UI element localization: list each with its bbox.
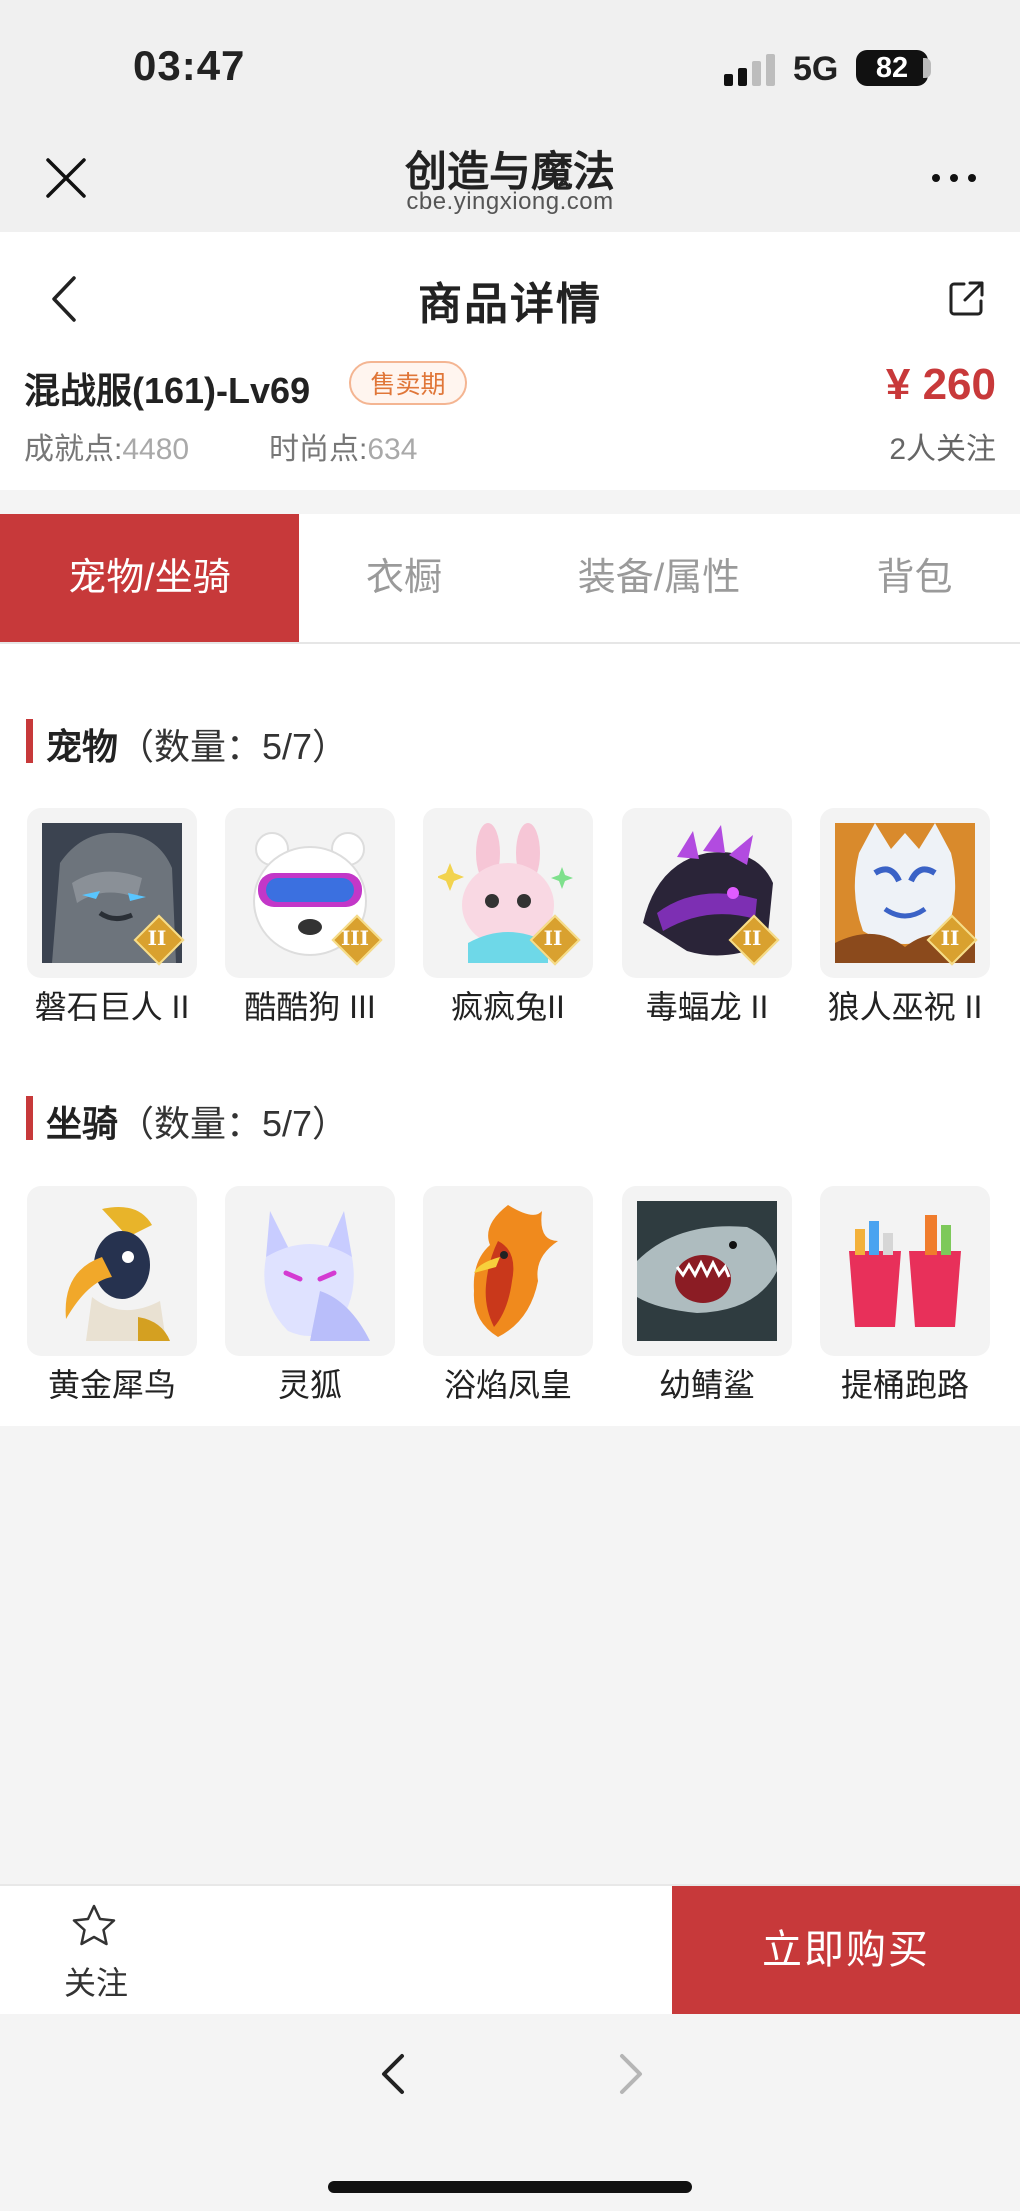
nav-forward-icon[interactable] [614,2050,648,2098]
pet-name: 疯疯兔II [451,989,565,1025]
star-icon[interactable] [70,1902,118,1950]
mount-name: 提桶跑路 [840,1367,969,1403]
tab-backpack[interactable]: 背包 [809,514,1020,642]
tab-equipment[interactable]: 装备/属性 [509,514,809,642]
share-icon[interactable] [948,279,986,317]
pet-name: 毒蝠龙 II [645,989,769,1025]
tier-badge: II [926,914,978,966]
tier-badge: III [331,914,383,966]
mount-name: 浴焰凤皇 [443,1367,572,1403]
tier-badge: II [728,914,780,966]
mount-card-5[interactable] [820,1186,990,1356]
server-title: 混战服(161)-Lv69 [24,370,311,411]
home-indicator [328,2181,692,2193]
battery-icon: 82 [856,50,928,86]
signal-icon [724,54,775,86]
battery-tip [923,58,931,78]
mount-name: 灵狐 [277,1367,342,1403]
tier-badge: II [133,914,185,966]
pet-name: 磐石巨人 II [34,989,190,1025]
pet-card-4[interactable]: II [622,808,792,978]
mounts-section-title: 坐骑（数量：5/7） [46,1103,349,1144]
mount-card-1[interactable] [27,1186,197,1356]
pet-card-5[interactable]: II [820,808,990,978]
favorite-label[interactable]: 关注 [58,1958,134,2004]
achievement-points: 成就点:4480 [24,433,190,466]
site-domain: cbe.yingxiong.com [406,188,614,215]
flame-phoenix-icon [473,1205,558,1337]
status-time: 03:47 [133,42,246,89]
section-marker [26,719,33,763]
pets-section-title: 宠物（数量：5/7） [46,726,349,767]
fashion-points: 时尚点:634 [269,433,418,466]
young-shark-icon [637,1201,777,1341]
mount-name: 黄金犀鸟 [47,1367,176,1403]
mount-card-4[interactable] [622,1186,792,1356]
tier-badge: II [529,914,581,966]
buy-now-button[interactable]: 立即购买 [672,1886,1020,2014]
network-label: 5G [793,50,839,88]
tab-pets-mounts[interactable]: 宠物/坐骑 [0,514,299,642]
more-icon[interactable] [924,160,984,196]
mount-name: 幼鲭鲨 [658,1367,755,1403]
bucket-run-icon [849,1215,961,1327]
price: ¥ 260 [885,360,996,409]
mount-card-2[interactable] [225,1186,395,1356]
mount-card-3[interactable] [423,1186,593,1356]
status-badge: 售卖期 [349,361,467,405]
tab-wardrobe[interactable]: 衣橱 [299,514,509,642]
golden-hornbill-icon [65,1207,170,1341]
nav-back-icon[interactable] [376,2050,410,2098]
pet-card-1[interactable]: II [27,808,197,978]
watcher-count: 2人关注 [889,433,996,466]
section-marker [26,1096,33,1140]
spirit-fox-icon [264,1211,370,1341]
pet-name: 酷酷狗 III [244,989,376,1025]
pet-card-2[interactable]: III [225,808,395,978]
page-title: 商品详情 [418,280,602,329]
pet-name: 狼人巫祝 II [827,989,983,1025]
pet-card-3[interactable]: II [423,808,593,978]
